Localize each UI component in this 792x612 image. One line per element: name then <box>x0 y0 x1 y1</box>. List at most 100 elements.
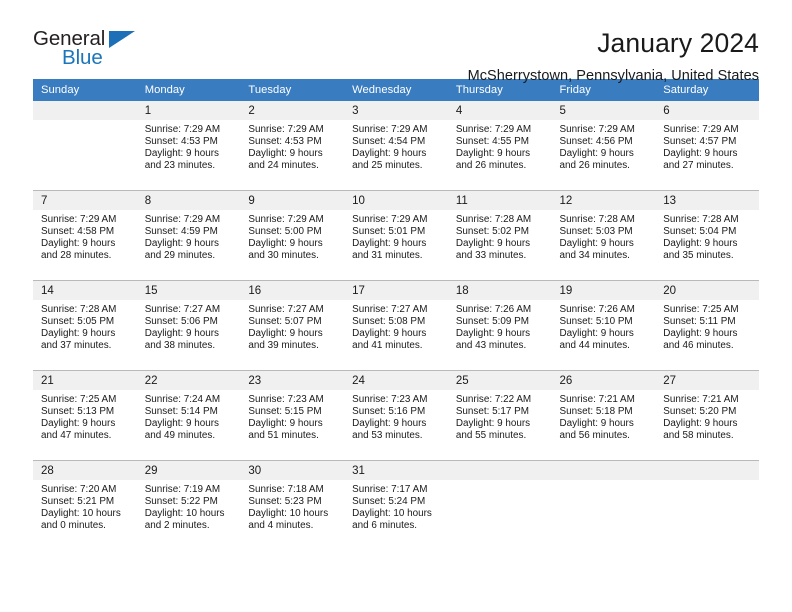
calendar-day-cell[interactable]: 16 Sunrise: 7:27 AM Sunset: 5:07 PM Dayligh… <box>240 280 345 371</box>
calendar-day-cell[interactable]: 8 Sunrise: 7:29 AM Sunset: 4:59 PM Daylight… <box>136 190 241 281</box>
daylight-duration-line2: and 26 minutes. <box>455 159 527 171</box>
sunset-time: Sunset: 4:56 PM <box>559 135 633 147</box>
day-number: 15 <box>136 281 241 300</box>
day-sun-info: Sunrise: 7:27 AM Sunset: 5:07 PM Daylight:… <box>240 300 344 352</box>
sunset-time: Sunset: 5:15 PM <box>248 405 322 417</box>
day-number: 21 <box>33 371 137 390</box>
day-sun-info: Sunrise: 7:29 AM Sunset: 5:01 PM Daylight:… <box>344 210 448 262</box>
day-cell-inner: 17 Sunrise: 7:27 AM Sunset: 5:08 PM Dayligh… <box>344 281 448 370</box>
calendar-day-cell[interactable]: 12 Sunrise: 7:28 AM Sunset: 5:03 PM Dayligh… <box>551 190 656 281</box>
daylight-duration-line1: Daylight: 9 hours <box>663 417 738 429</box>
sunrise-time: Sunrise: 7:29 AM <box>352 214 428 225</box>
calendar-day-cell[interactable]: 20 Sunrise: 7:25 AM Sunset: 5:11 PM Dayligh… <box>655 280 759 371</box>
calendar-day-cell[interactable]: 21 Sunrise: 7:25 AM Sunset: 5:13 PM Dayligh… <box>33 370 137 461</box>
calendar-day-cell[interactable]: 6 Sunrise: 7:29 AM Sunset: 4:57 PM Daylight… <box>655 101 759 191</box>
daylight-duration-line1: Daylight: 10 hours <box>352 507 432 519</box>
calendar-day-cell-empty <box>655 460 759 550</box>
calendar-day-cell[interactable]: 27 Sunrise: 7:21 AM Sunset: 5:20 PM Dayligh… <box>655 370 759 461</box>
day-cell-inner: 8 Sunrise: 7:29 AM Sunset: 4:59 PM Daylight… <box>136 191 241 280</box>
day-number: 5 <box>551 101 656 120</box>
day-number: 31 <box>344 461 448 480</box>
day-number: 22 <box>136 371 241 390</box>
calendar-day-cell[interactable]: 9 Sunrise: 7:29 AM Sunset: 5:00 PM Daylight… <box>240 190 345 281</box>
calendar-day-cell[interactable]: 24 Sunrise: 7:23 AM Sunset: 5:16 PM Dayligh… <box>344 370 448 461</box>
daylight-duration-line1: Daylight: 9 hours <box>559 237 634 249</box>
calendar-day-cell[interactable]: 3 Sunrise: 7:29 AM Sunset: 4:54 PM Daylight… <box>344 101 448 191</box>
calendar-day-cell[interactable]: 7 Sunrise: 7:29 AM Sunset: 4:58 PM Daylight… <box>33 190 137 281</box>
daylight-duration-line2: and 58 minutes. <box>663 429 734 441</box>
day-sun-info: Sunrise: 7:26 AM Sunset: 5:10 PM Daylight:… <box>552 300 656 352</box>
calendar-week-row: 7 Sunrise: 7:29 AM Sunset: 4:58 PM Daylight… <box>33 190 759 281</box>
day-sun-info: Sunrise: 7:21 AM Sunset: 5:20 PM Daylight:… <box>655 390 759 442</box>
daylight-duration-line1: Daylight: 9 hours <box>455 327 531 339</box>
logo-text-blue: Blue <box>62 46 103 69</box>
day-sun-info: Sunrise: 7:29 AM Sunset: 4:56 PM Daylight:… <box>552 120 656 172</box>
calendar-day-cell-empty <box>551 460 656 550</box>
day-number: 2 <box>240 101 345 120</box>
sunrise-time: Sunrise: 7:25 AM <box>41 394 117 405</box>
day-cell-inner: 18 Sunrise: 7:26 AM Sunset: 5:09 PM Dayligh… <box>447 281 552 370</box>
daylight-duration-line1: Daylight: 9 hours <box>352 327 427 339</box>
calendar-day-cell[interactable]: 5 Sunrise: 7:29 AM Sunset: 4:56 PM Daylight… <box>551 101 656 191</box>
sunset-time: Sunset: 5:14 PM <box>144 405 218 417</box>
calendar-day-cell[interactable]: 22 Sunrise: 7:24 AM Sunset: 5:14 PM Dayligh… <box>136 370 241 461</box>
calendar-day-cell[interactable]: 30 Sunrise: 7:18 AM Sunset: 5:23 PM Dayligh… <box>240 460 345 550</box>
daylight-duration-line2: and 41 minutes. <box>352 339 423 351</box>
sunset-time: Sunset: 4:55 PM <box>455 135 529 147</box>
daylight-duration-line1: Daylight: 9 hours <box>559 147 634 159</box>
day-sun-info: Sunrise: 7:28 AM Sunset: 5:03 PM Daylight:… <box>552 210 656 262</box>
calendar-day-cell[interactable]: 14 Sunrise: 7:28 AM Sunset: 5:05 PM Dayligh… <box>33 280 137 371</box>
calendar-day-cell[interactable]: 25 Sunrise: 7:22 AM Sunset: 5:17 PM Dayligh… <box>447 370 552 461</box>
daylight-duration-line2: and 37 minutes. <box>41 339 112 351</box>
day-number: 3 <box>344 101 448 120</box>
day-sun-info: Sunrise: 7:29 AM Sunset: 4:54 PM Daylight:… <box>344 120 448 172</box>
calendar-day-cell[interactable]: 18 Sunrise: 7:26 AM Sunset: 5:09 PM Dayligh… <box>447 280 552 371</box>
day-sun-info: Sunrise: 7:23 AM Sunset: 5:16 PM Daylight:… <box>344 390 448 442</box>
daylight-duration-line1: Daylight: 9 hours <box>41 417 116 429</box>
daylight-duration-line2: and 2 minutes. <box>144 519 210 531</box>
sunset-time: Sunset: 4:53 PM <box>144 135 218 147</box>
calendar-day-cell[interactable]: 2 Sunrise: 7:29 AM Sunset: 4:53 PM Daylight… <box>240 101 345 191</box>
calendar-day-cell[interactable]: 28 Sunrise: 7:20 AM Sunset: 5:21 PM Dayligh… <box>33 460 137 550</box>
calendar-day-cell[interactable]: 29 Sunrise: 7:19 AM Sunset: 5:22 PM Dayligh… <box>136 460 241 550</box>
day-cell-inner <box>33 101 137 190</box>
daylight-duration-line1: Daylight: 9 hours <box>455 237 531 249</box>
sunrise-time: Sunrise: 7:27 AM <box>144 304 221 315</box>
sunset-time: Sunset: 4:54 PM <box>352 135 426 147</box>
calendar-day-cell[interactable]: 17 Sunrise: 7:27 AM Sunset: 5:08 PM Dayligh… <box>344 280 448 371</box>
calendar-day-cell[interactable]: 15 Sunrise: 7:27 AM Sunset: 5:06 PM Dayligh… <box>136 280 241 371</box>
day-sun-info: Sunrise: 7:29 AM Sunset: 4:58 PM Daylight:… <box>33 210 137 262</box>
sunrise-time: Sunrise: 7:17 AM <box>352 484 428 495</box>
daylight-duration-line2: and 39 minutes. <box>248 339 319 351</box>
day-cell-inner: 20 Sunrise: 7:25 AM Sunset: 5:11 PM Dayligh… <box>655 281 759 370</box>
daylight-duration-line1: Daylight: 9 hours <box>144 237 219 249</box>
calendar-day-cell[interactable]: 11 Sunrise: 7:28 AM Sunset: 5:02 PM Dayligh… <box>447 190 552 281</box>
weekday-header-tuesday: Tuesday <box>240 79 345 101</box>
calendar-day-cell[interactable]: 19 Sunrise: 7:26 AM Sunset: 5:10 PM Dayligh… <box>551 280 656 371</box>
sunrise-time: Sunrise: 7:28 AM <box>559 214 635 225</box>
calendar-day-cell[interactable]: 1 Sunrise: 7:29 AM Sunset: 4:53 PM Daylight… <box>136 101 241 191</box>
daylight-duration-line2: and 38 minutes. <box>144 339 216 351</box>
day-sun-info: Sunrise: 7:28 AM Sunset: 5:04 PM Daylight:… <box>655 210 759 262</box>
day-cell-inner: 22 Sunrise: 7:24 AM Sunset: 5:14 PM Dayligh… <box>136 371 241 460</box>
day-number: 4 <box>447 101 552 120</box>
daylight-duration-line2: and 46 minutes. <box>663 339 734 351</box>
day-number <box>447 461 552 480</box>
daylight-duration-line2: and 25 minutes. <box>352 159 423 171</box>
calendar-day-cell[interactable]: 4 Sunrise: 7:29 AM Sunset: 4:55 PM Daylight… <box>447 101 552 191</box>
sunrise-time: Sunrise: 7:28 AM <box>41 304 117 315</box>
calendar-day-cell[interactable]: 26 Sunrise: 7:21 AM Sunset: 5:18 PM Dayligh… <box>551 370 656 461</box>
calendar-day-cell[interactable]: 10 Sunrise: 7:29 AM Sunset: 5:01 PM Dayligh… <box>344 190 448 281</box>
calendar-day-cell[interactable]: 23 Sunrise: 7:23 AM Sunset: 5:15 PM Dayligh… <box>240 370 345 461</box>
day-cell-inner: 2 Sunrise: 7:29 AM Sunset: 4:53 PM Daylight… <box>240 101 345 190</box>
sunrise-time: Sunrise: 7:21 AM <box>663 394 739 405</box>
day-number: 11 <box>447 191 552 210</box>
calendar-day-cell[interactable]: 13 Sunrise: 7:28 AM Sunset: 5:04 PM Dayligh… <box>655 190 759 281</box>
sunset-time: Sunset: 5:13 PM <box>41 405 115 417</box>
daylight-duration-line1: Daylight: 9 hours <box>41 237 116 249</box>
daylight-duration-line2: and 6 minutes. <box>352 519 418 531</box>
calendar-day-cell[interactable]: 31 Sunrise: 7:17 AM Sunset: 5:24 PM Dayligh… <box>344 460 448 550</box>
sunrise-time: Sunrise: 7:23 AM <box>352 394 428 405</box>
sunrise-time: Sunrise: 7:27 AM <box>248 304 324 315</box>
sunrise-time: Sunrise: 7:23 AM <box>248 394 324 405</box>
